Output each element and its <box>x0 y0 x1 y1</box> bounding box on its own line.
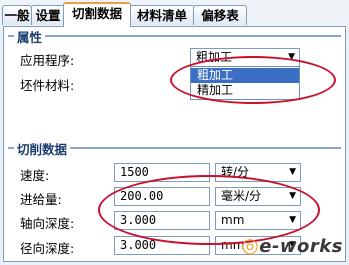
chevron-down-icon[interactable]: ▼ <box>289 164 296 181</box>
properties-group-line <box>8 35 341 37</box>
cutting-data-group-title: 切削数据 <box>14 139 71 158</box>
tab-cutting-data[interactable]: 切割数据 <box>63 2 131 27</box>
stock-material-label: 坯件材料: <box>20 78 75 93</box>
feed-label: 进给量: <box>20 192 62 207</box>
tab-general[interactable]: 一般 <box>2 5 32 25</box>
watermark-text: e-works <box>259 236 343 257</box>
e-works-watermark: ◎e-works <box>241 233 343 257</box>
axial-depth-label: 轴向深度: <box>20 216 75 231</box>
tab-offset-table[interactable]: 偏移表 <box>193 5 247 25</box>
tab-settings[interactable]: 设置 <box>31 5 65 25</box>
radial-depth-label: 径向深度: <box>20 241 75 256</box>
e-works-logo-icon: ◎ <box>241 233 260 257</box>
tab-strip: 一般 设置 切割数据 材料清单 偏移表 <box>0 0 349 27</box>
speed-label: 速度: <box>20 168 50 183</box>
properties-group-title: 属性 <box>14 27 46 46</box>
highlight-ellipse-application <box>170 56 336 104</box>
tab-bill-of-materials[interactable]: 材料清单 <box>129 5 195 25</box>
application-label: 应用程序: <box>20 53 75 68</box>
